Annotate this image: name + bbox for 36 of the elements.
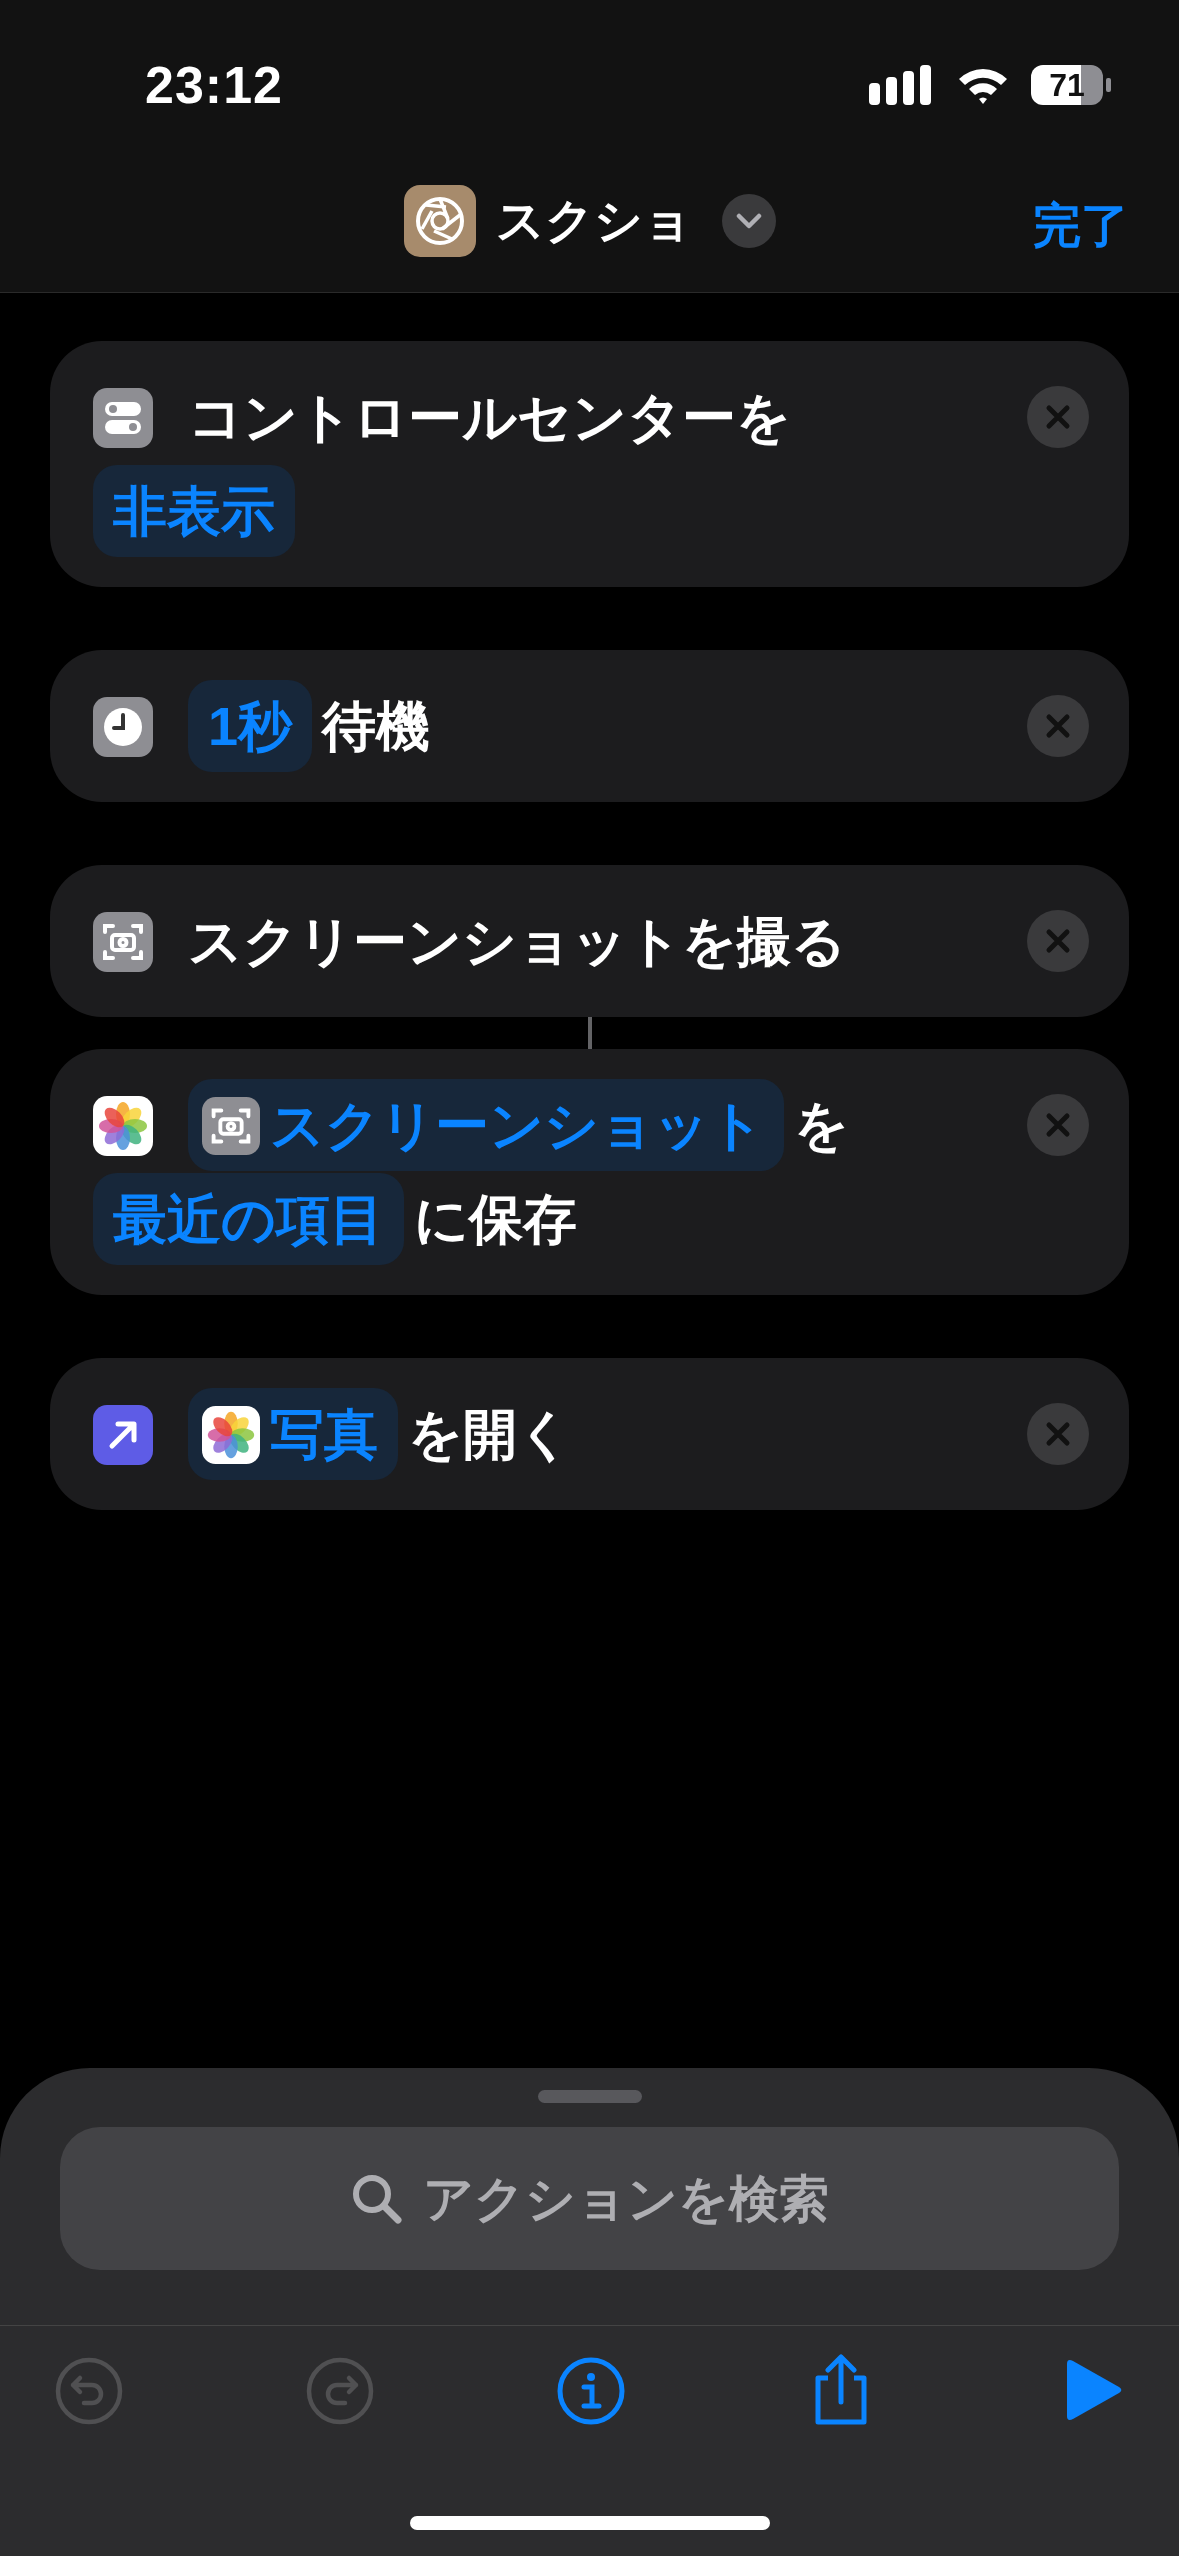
screenshot-icon [202, 1096, 260, 1155]
flower-icon [202, 1405, 260, 1464]
close-icon [1045, 928, 1071, 954]
action-card[interactable]: スクリーンショットを撮る [50, 865, 1129, 1017]
status-time: 23:12 [145, 55, 283, 116]
chevron-icon [735, 213, 762, 229]
action-text: コントロールセンターを [188, 387, 791, 447]
parameter-token[interactable]: 1秒 [188, 680, 313, 772]
parameter-token[interactable]: 非表示 [93, 465, 295, 557]
clock-icon [93, 696, 153, 757]
action-text: を開く [408, 1404, 572, 1464]
close-icon [1045, 1421, 1071, 1447]
parameter-token[interactable]: 最近の項目 [93, 1173, 404, 1265]
action-card[interactable]: 1秒 待機 [50, 650, 1129, 802]
screenshot-icon [93, 911, 153, 972]
toggles-icon [93, 387, 153, 448]
action-card[interactable]: 写真 を開く [50, 1358, 1129, 1510]
chevron-button[interactable] [721, 194, 776, 248]
action-card[interactable]: スクリーンショット を 最近の項目 に保存 [50, 1049, 1129, 1295]
search-field[interactable]: アクションを検索 [60, 2127, 1119, 2270]
aperture-app-icon [403, 185, 476, 257]
shortcut-title: スクショ [495, 193, 692, 249]
action-text: 待機 [322, 696, 431, 756]
parameter-token[interactable]: 写真 [188, 1388, 398, 1480]
action-text: に保存 [414, 1189, 577, 1249]
search-icon [350, 2172, 404, 2226]
action-card[interactable]: コントロールセンターを 非表示 [50, 341, 1129, 587]
flower-icon [93, 1095, 153, 1156]
parameter-token[interactable]: スクリーンショット [188, 1079, 784, 1171]
close-icon [1045, 713, 1071, 739]
done-button[interactable]: 完了 [1033, 190, 1129, 262]
action-text: を [794, 1095, 849, 1155]
action-text: スクリーンショットを撮る [188, 911, 846, 971]
close-icon [1045, 404, 1071, 430]
sheet-grabber[interactable] [537, 2090, 642, 2103]
close-icon [1045, 1112, 1071, 1138]
